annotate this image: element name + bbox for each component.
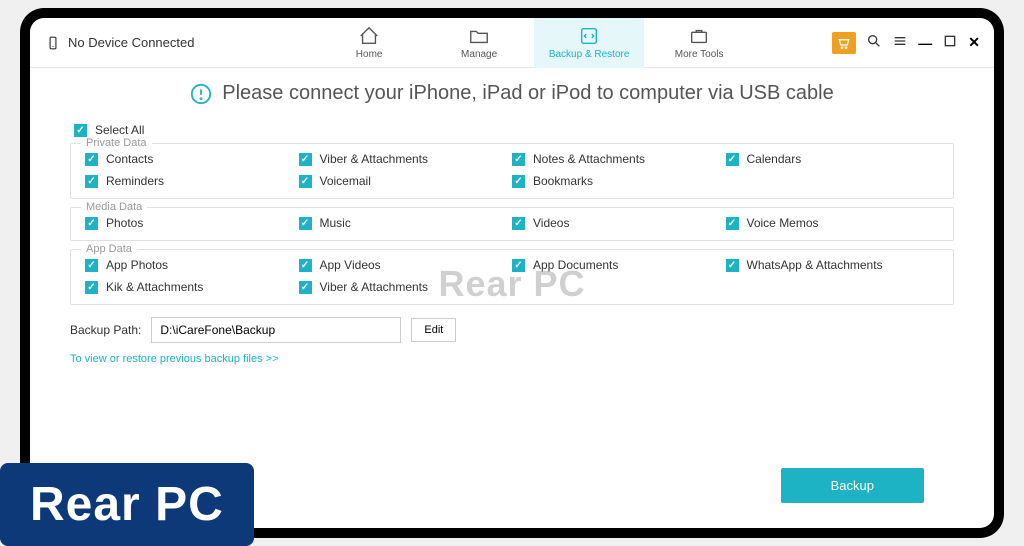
- overlay-badge: Rear PC: [0, 463, 254, 546]
- edit-button[interactable]: Edit: [411, 318, 456, 342]
- sync-icon: [578, 25, 600, 47]
- item-voicemail[interactable]: Voicemail: [299, 174, 513, 188]
- tab-home-label: Home: [356, 49, 383, 60]
- checkbox[interactable]: [85, 281, 98, 294]
- section-app-data: App Data App Photos App Videos App Docum…: [70, 249, 954, 305]
- window-controls: — ✕: [818, 32, 994, 54]
- item-reminders[interactable]: Reminders: [85, 174, 299, 188]
- checkbox[interactable]: [85, 259, 98, 272]
- menu-icon: [892, 33, 908, 49]
- item-videos[interactable]: Videos: [512, 216, 726, 230]
- item-photos[interactable]: Photos: [85, 216, 299, 230]
- toolbox-icon: [688, 25, 710, 47]
- backup-button[interactable]: Backup: [781, 468, 924, 503]
- section-media-title: Media Data: [81, 201, 147, 213]
- checkbox[interactable]: [299, 281, 312, 294]
- checkbox[interactable]: [726, 259, 739, 272]
- checkbox[interactable]: [726, 153, 739, 166]
- select-all-label: Select All: [95, 123, 144, 137]
- connect-message: Please connect your iPhone, iPad or iPod…: [70, 82, 954, 105]
- backup-path-label: Backup Path:: [70, 323, 141, 337]
- item-calendars[interactable]: Calendars: [726, 152, 940, 166]
- checkbox[interactable]: [85, 217, 98, 230]
- device-status-text: No Device Connected: [68, 35, 194, 50]
- folder-icon: [468, 25, 490, 47]
- item-app-photos[interactable]: App Photos: [85, 258, 299, 272]
- checkbox[interactable]: [726, 217, 739, 230]
- tab-backup-restore[interactable]: Backup & Restore: [534, 18, 644, 68]
- search-icon: [866, 33, 882, 49]
- checkbox[interactable]: [512, 153, 525, 166]
- item-bookmarks[interactable]: Bookmarks: [512, 174, 726, 188]
- checkbox[interactable]: [512, 259, 525, 272]
- item-whatsapp[interactable]: WhatsApp & Attachments: [726, 258, 940, 272]
- nav-tabs: Home Manage Backup & Restore More Tools: [250, 18, 818, 68]
- tab-more-tools[interactable]: More Tools: [644, 18, 754, 68]
- close-button[interactable]: ✕: [968, 34, 980, 51]
- item-contacts[interactable]: Contacts: [85, 152, 299, 166]
- connect-message-text: Please connect your iPhone, iPad or iPod…: [222, 82, 833, 105]
- cart-icon: [836, 35, 852, 51]
- tab-manage[interactable]: Manage: [424, 18, 534, 68]
- checkbox[interactable]: [299, 175, 312, 188]
- checkbox[interactable]: [299, 259, 312, 272]
- tab-backup-restore-label: Backup & Restore: [549, 49, 630, 60]
- item-music[interactable]: Music: [299, 216, 513, 230]
- select-all-row: Select All: [74, 123, 954, 137]
- restore-link[interactable]: To view or restore previous backup files…: [70, 353, 279, 365]
- home-icon: [358, 25, 380, 47]
- tab-home[interactable]: Home: [314, 18, 424, 68]
- maximize-button[interactable]: [942, 33, 958, 52]
- item-kik[interactable]: Kik & Attachments: [85, 280, 299, 294]
- item-viber[interactable]: Viber & Attachments: [299, 152, 513, 166]
- item-voice-memos[interactable]: Voice Memos: [726, 216, 940, 230]
- item-viber-app[interactable]: Viber & Attachments: [299, 280, 513, 294]
- cart-button[interactable]: [832, 32, 856, 54]
- checkbox[interactable]: [299, 153, 312, 166]
- item-notes[interactable]: Notes & Attachments: [512, 152, 726, 166]
- item-app-videos[interactable]: App Videos: [299, 258, 513, 272]
- backup-path-input[interactable]: [151, 317, 401, 343]
- checkbox[interactable]: [85, 175, 98, 188]
- select-all-checkbox[interactable]: [74, 124, 87, 137]
- checkbox[interactable]: [299, 217, 312, 230]
- checkbox[interactable]: [512, 175, 525, 188]
- section-private-data: Private Data Contacts Viber & Attachment…: [70, 143, 954, 199]
- main-content: Please connect your iPhone, iPad or iPod…: [30, 68, 994, 367]
- square-icon: [942, 33, 958, 49]
- checkbox[interactable]: [85, 153, 98, 166]
- tab-more-tools-label: More Tools: [675, 49, 724, 60]
- section-private-title: Private Data: [81, 137, 152, 149]
- minimize-button[interactable]: —: [918, 35, 932, 51]
- section-media-data: Media Data Photos Music Videos Voice Mem…: [70, 207, 954, 241]
- search-button[interactable]: [866, 33, 882, 52]
- info-icon: [190, 83, 212, 105]
- item-app-documents[interactable]: App Documents: [512, 258, 726, 272]
- device-status: No Device Connected: [30, 35, 250, 50]
- backup-path-row: Backup Path: Edit: [70, 317, 954, 343]
- section-app-title: App Data: [81, 243, 137, 255]
- tab-manage-label: Manage: [461, 49, 497, 60]
- titlebar: No Device Connected Home Manage Backup &…: [30, 18, 994, 68]
- phone-icon: [46, 36, 60, 50]
- checkbox[interactable]: [512, 217, 525, 230]
- menu-button[interactable]: [892, 33, 908, 52]
